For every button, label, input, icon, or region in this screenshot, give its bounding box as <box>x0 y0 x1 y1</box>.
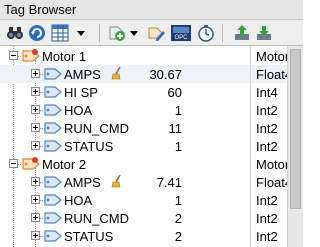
collapse-toggle[interactable] <box>9 159 18 168</box>
tag-data-type: Float4 <box>256 67 287 82</box>
expand-toggle[interactable] <box>31 231 40 240</box>
tag-value: 30.67 <box>149 67 182 82</box>
expand-toggle[interactable] <box>31 87 40 96</box>
expand-toggle[interactable] <box>31 123 40 132</box>
tag-name: AMPS <box>64 67 101 82</box>
collapse-toggle[interactable] <box>9 51 18 60</box>
tag-value: 11 <box>168 121 183 136</box>
tag-data-type: Int2 <box>256 211 278 226</box>
tag-name: RUN_CMD <box>64 211 129 226</box>
expand-toggle[interactable] <box>31 69 40 78</box>
tag-data-type: Int2 <box>256 103 278 118</box>
tree-tag-row[interactable]: STATUS 1 Int2 <box>0 137 287 155</box>
edit-tag-icon[interactable] <box>146 23 166 43</box>
tag-name: STATUS <box>64 139 114 154</box>
toolbar-separator <box>222 24 223 42</box>
scan-class-broom-icon <box>111 174 123 190</box>
tag-icon <box>44 120 62 136</box>
scrollbar-thumb[interactable] <box>290 49 301 209</box>
tag-data-type: Int2 <box>256 139 278 154</box>
tag-data-type: Int2 <box>256 121 278 136</box>
tag-value: 1 <box>174 193 182 208</box>
dropdown-arrow-icon[interactable] <box>75 23 87 43</box>
tag-icon <box>44 192 62 208</box>
tag-name: STATUS <box>64 229 114 244</box>
tag-data-type: Int2 <box>256 229 278 244</box>
tag-tree[interactable]: Motor 1MotorAMPS30.67Float4HI SP60Int4HO… <box>0 46 287 247</box>
tag-value: 2 <box>174 229 182 244</box>
tag-data-type: Float4 <box>256 175 287 190</box>
tag-name: RUN_CMD <box>64 121 129 136</box>
tag-icon <box>44 174 62 190</box>
tag-value: 7.41 <box>156 175 182 190</box>
expand-toggle[interactable] <box>31 177 40 186</box>
tag-data-type: Motor <box>256 157 287 172</box>
udt-folder-icon <box>22 48 40 64</box>
tag-icon <box>44 138 62 154</box>
expand-toggle[interactable] <box>31 195 40 204</box>
vertical-scrollbar[interactable] <box>287 46 303 247</box>
tag-data-type: Int4 <box>256 85 278 100</box>
svg-text:OPC: OPC <box>174 35 188 41</box>
history-icon[interactable] <box>196 23 216 43</box>
tree-tag-row[interactable]: AMPS 7.41 Float4 <box>0 173 287 191</box>
tag-name: Motor 2 <box>42 157 87 172</box>
scan-class-broom-icon <box>111 66 123 82</box>
window-title: Tag Browser <box>0 0 303 20</box>
tree-tag-row[interactable]: HOA 1 Int2 <box>0 191 287 209</box>
tag-icon <box>44 66 62 82</box>
binoculars-icon[interactable] <box>5 23 25 43</box>
opc-server-icon[interactable]: OPC <box>170 23 192 43</box>
column-divider <box>250 46 251 247</box>
refresh-icon[interactable] <box>27 23 47 43</box>
tree-tag-row[interactable]: STATUS 2 Int2 <box>0 227 287 245</box>
toolbar-separator <box>99 24 100 42</box>
tree-tag-row[interactable]: HI SP 60 Int4 <box>0 83 287 101</box>
tree-tag-row[interactable]: RUN_CMD 2 Int2 <box>0 209 287 227</box>
tag-data-type: Int2 <box>256 193 278 208</box>
tree-tag-row[interactable]: RUN_CMD 11 Int2 <box>0 119 287 137</box>
tag-name: Motor 1 <box>42 49 87 64</box>
tag-name: HOA <box>64 103 93 118</box>
tag-data-type: Motor <box>256 49 287 64</box>
toolbar: OPC <box>0 20 303 46</box>
dropdown-arrow-icon[interactable] <box>128 23 140 43</box>
expand-toggle[interactable] <box>31 105 40 114</box>
tree-folder-row[interactable]: Motor 1 Motor <box>0 47 287 65</box>
tag-icon <box>44 228 62 244</box>
tag-value: 1 <box>174 103 182 118</box>
expand-toggle[interactable] <box>31 141 40 150</box>
import-icon[interactable] <box>254 23 274 43</box>
tree-folder-row[interactable]: Motor 2 Motor <box>0 155 287 173</box>
tag-value: 1 <box>174 139 182 154</box>
expand-toggle[interactable] <box>31 213 40 222</box>
tag-name: HI SP <box>64 85 98 100</box>
tag-icon <box>44 102 62 118</box>
tree-tag-row[interactable]: AMPS 30.67 Float4 <box>0 65 287 83</box>
tag-name: AMPS <box>64 175 101 190</box>
export-icon[interactable] <box>232 23 252 43</box>
tree-tag-row[interactable]: HOA 1 Int2 <box>0 101 287 119</box>
tag-value: 60 <box>167 85 182 100</box>
table-icon[interactable] <box>50 23 70 43</box>
tag-value: 2 <box>174 211 182 226</box>
tag-icon <box>44 210 62 226</box>
udt-folder-icon <box>22 156 40 172</box>
tag-icon <box>44 84 62 100</box>
tag-name: HOA <box>64 193 93 208</box>
add-tag-icon[interactable] <box>107 23 127 43</box>
